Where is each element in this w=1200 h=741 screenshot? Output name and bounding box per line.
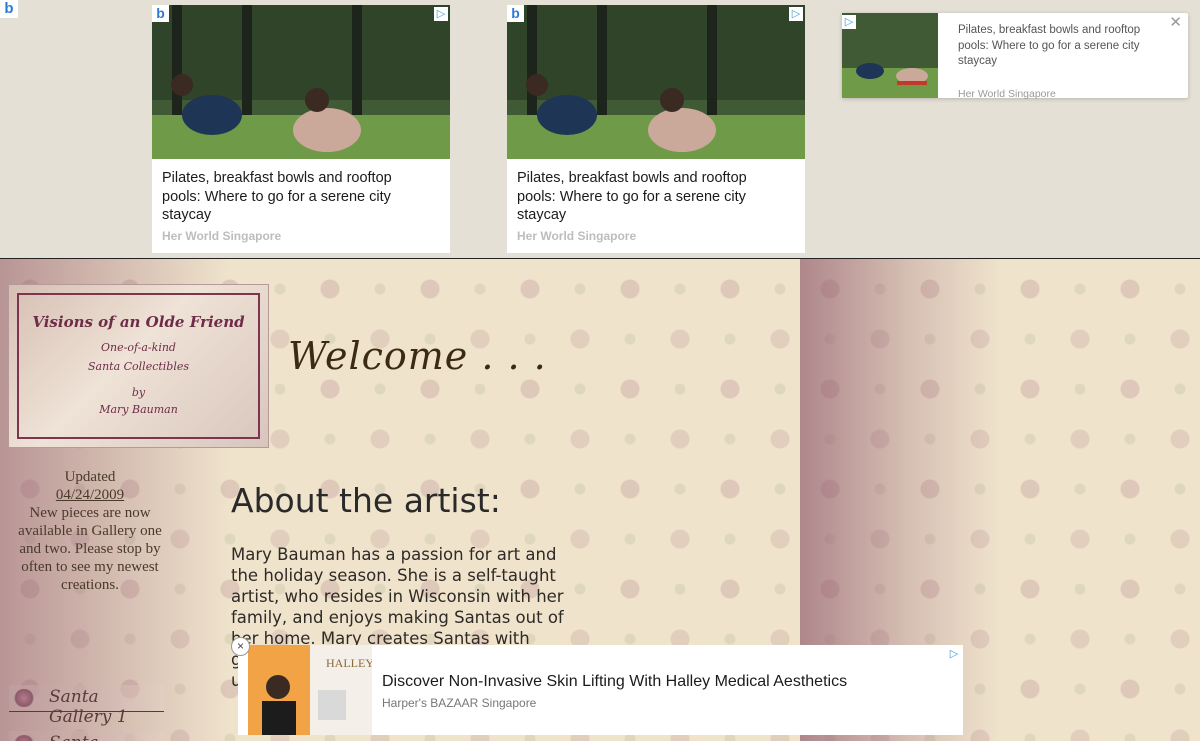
ad-title[interactable]: Pilates, breakfast bowls and rooftop poo…	[958, 23, 1163, 70]
welcome-heading: Welcome . . .	[288, 334, 547, 378]
bing-logo-icon[interactable]: b	[0, 0, 18, 18]
logo-line: One-of-a-kind	[101, 341, 176, 354]
adchoices-icon[interactable]: ▷	[947, 647, 961, 661]
ad-strip: b b ▷ Pilates, breakfast bowls and rooft…	[0, 0, 1200, 258]
adchoices-icon[interactable]: ▷	[434, 7, 448, 21]
bing-badge-icon: b	[152, 5, 169, 22]
bing-badge-icon: b	[507, 5, 524, 22]
ad-source: Her World Singapore	[958, 88, 1056, 100]
ad-source: Harper's BAZAAR Singapore	[382, 696, 537, 710]
ad-source: Her World Singapore	[517, 229, 637, 243]
ad-thumbnail	[842, 13, 938, 98]
rose-icon	[13, 735, 35, 741]
ad-card-3[interactable]: ▷ Pilates, breakfast bowls and rooftop p…	[842, 13, 1188, 100]
ad-card-1[interactable]: b ▷ Pilates, breakfast bowls and rooftop…	[152, 5, 450, 253]
close-icon[interactable]: ✕	[1169, 13, 1182, 31]
ad-title[interactable]: Pilates, breakfast bowls and rooftop poo…	[517, 169, 787, 225]
about-heading: About the artist:	[231, 481, 501, 520]
nav-santa-gallery-1[interactable]: Santa Gallery 1	[9, 685, 164, 727]
site-logo[interactable]: Visions of an Olde Friend One-of-a-kind …	[9, 285, 268, 447]
ad-photo	[152, 5, 450, 159]
nav-label: Santa Gallery 1	[49, 687, 128, 727]
ad-card-2[interactable]: b ▷ Pilates, breakfast bowls and rooftop…	[507, 5, 805, 253]
ad-brand: HALLEY	[326, 656, 372, 670]
logo-line: Santa Collectibles	[87, 360, 190, 373]
update-notice: Updated 04/24/2009 New pieces are now av…	[8, 468, 172, 594]
ad-title[interactable]: Pilates, breakfast bowls and rooftop poo…	[162, 169, 432, 225]
update-note: New pieces are now available in Gallery …	[18, 505, 162, 593]
ad-photo	[507, 5, 805, 159]
close-ad-button[interactable]: ×	[231, 637, 250, 656]
updated-label: Updated	[64, 469, 116, 485]
adchoices-icon[interactable]: ▷	[842, 15, 856, 29]
update-date: 04/24/2009	[55, 487, 125, 503]
ad-title[interactable]: Discover Non-Invasive Skin Lifting With …	[382, 673, 847, 691]
ad-source: Her World Singapore	[162, 229, 282, 243]
logo-title: Visions of an Olde Friend	[32, 313, 245, 331]
ad-thumbnail: HALLEY	[248, 645, 372, 735]
logo-line: Mary Bauman	[99, 403, 178, 416]
rose-icon	[13, 689, 35, 707]
adchoices-icon[interactable]: ▷	[789, 7, 803, 21]
bottom-ad[interactable]: HALLEY Discover Non-Invasive Skin Liftin…	[238, 645, 963, 735]
logo-line: by	[131, 386, 146, 399]
